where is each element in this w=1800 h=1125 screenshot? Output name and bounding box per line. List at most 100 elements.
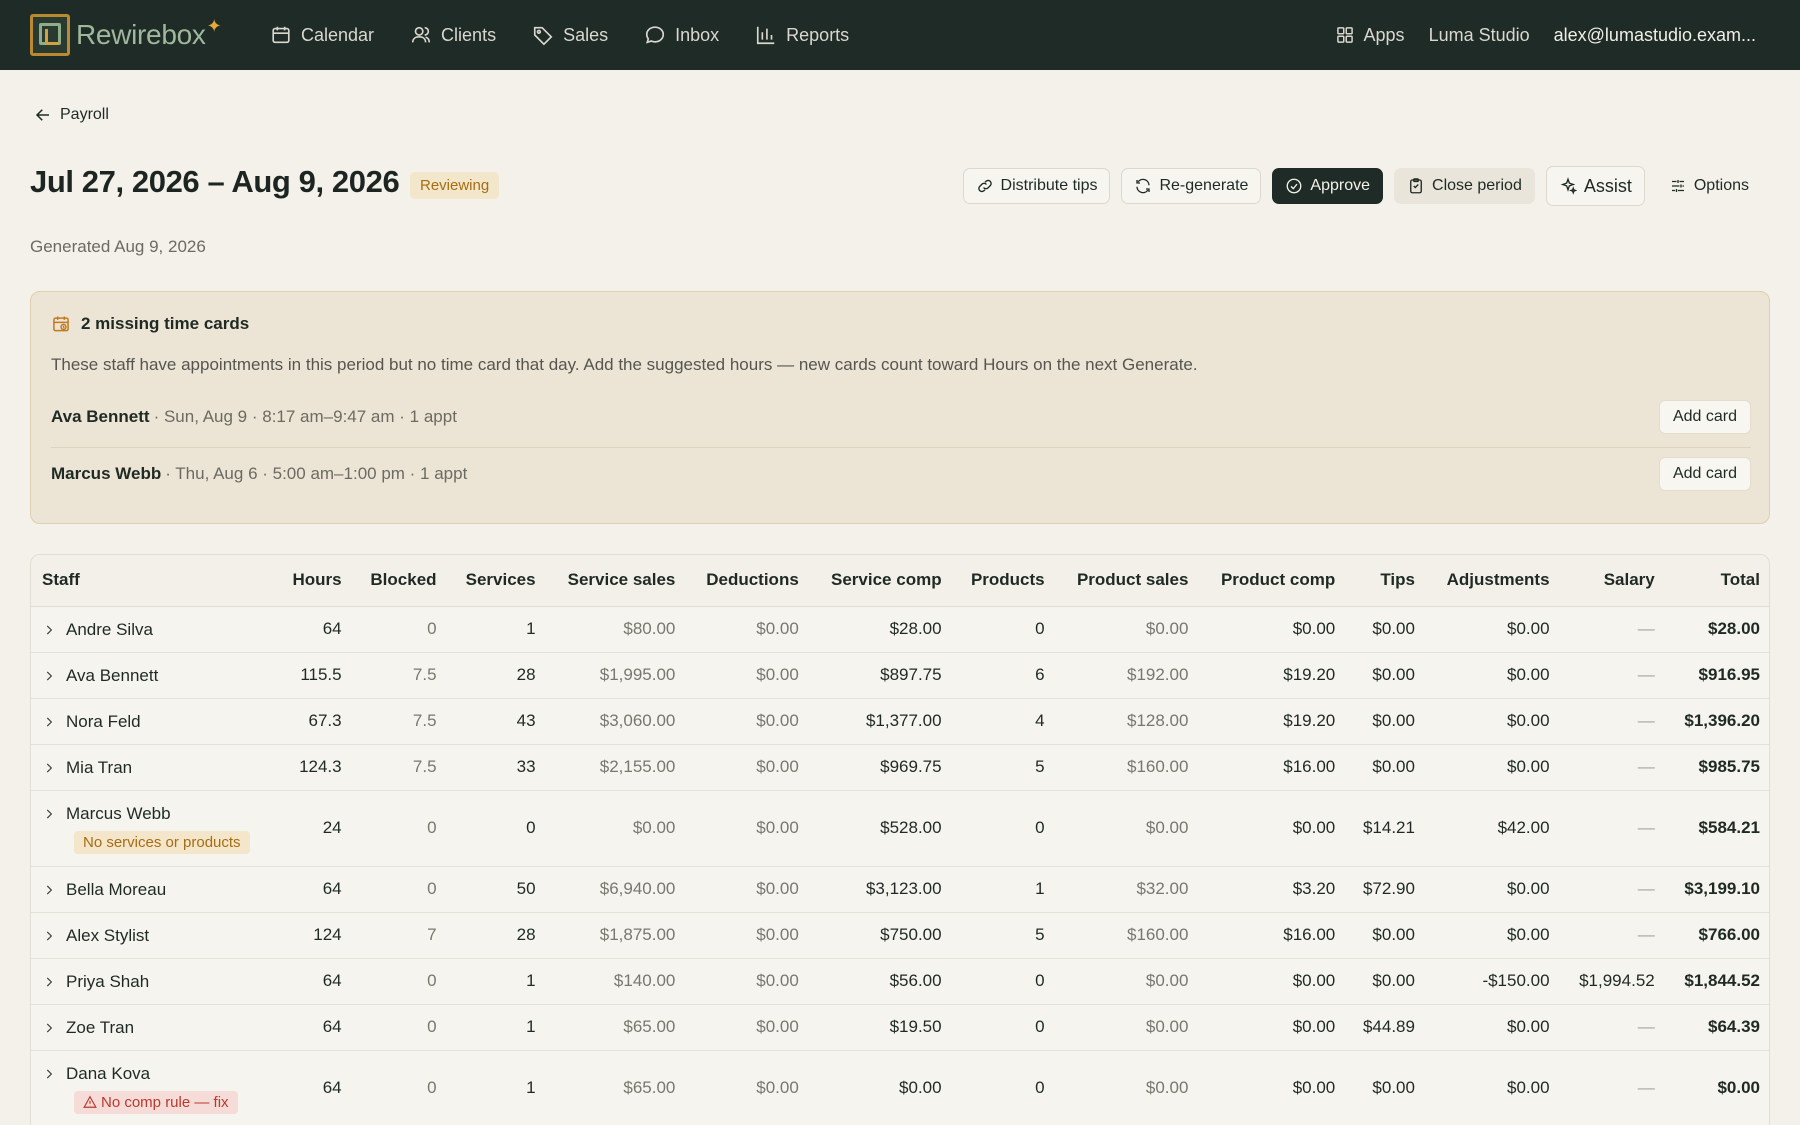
column-header[interactable]: Adjustments	[1425, 555, 1561, 607]
column-header[interactable]: Staff	[31, 555, 276, 607]
column-header[interactable]: Service comp	[809, 555, 953, 607]
staff-cell: Andre Silva	[31, 606, 276, 653]
cell-services: 0	[447, 790, 547, 867]
expand-row-toggle[interactable]: Ava Bennett	[42, 666, 158, 686]
warning-triangle-icon	[83, 1095, 97, 1108]
cell-total: $916.95	[1665, 652, 1769, 699]
arrow-left-icon	[35, 109, 49, 121]
cell-total: $28.00	[1665, 606, 1769, 653]
cell-blocked: 7.5	[352, 698, 448, 745]
button-label: Approve	[1310, 177, 1371, 194]
cell-salary: —	[1560, 866, 1666, 913]
expand-row-toggle[interactable]: Nora Feld	[42, 712, 141, 732]
nav-label: Clients	[441, 24, 497, 45]
table-row[interactable]: Marcus Webb No services or products 24 0 0 $0…	[31, 790, 1769, 867]
table-row[interactable]: Priya Shah 64 0 1 $140.00 $0.00 $56.00 0 $0.00 $0…	[31, 958, 1769, 1005]
page-title: Jul 27, 2026 – Aug 9, 2026	[30, 164, 400, 199]
add-card-button[interactable]: Add card	[1658, 456, 1751, 491]
staff-name: Priya Shah	[66, 972, 150, 991]
cell-blocked: 0	[352, 1050, 448, 1125]
brand[interactable]: Rewirebox ✦	[30, 14, 230, 56]
column-header[interactable]: Product comp	[1199, 555, 1347, 607]
expand-row-toggle[interactable]: Bella Moreau	[42, 880, 166, 900]
chevron-right-icon	[46, 1069, 53, 1079]
cell-services: 28	[447, 912, 547, 959]
cell-deductions: $0.00	[686, 912, 810, 959]
expand-row-toggle[interactable]: Andre Silva	[42, 620, 153, 640]
user-menu[interactable]: alex@lumastudio.exam...	[1554, 25, 1756, 46]
table-row[interactable]: Andre Silva 64 0 1 $80.00 $0.00 $28.00 0 $0.00 $0…	[31, 606, 1769, 653]
cell-total: $0.00	[1665, 1050, 1769, 1125]
apps-button[interactable]: Apps	[1335, 25, 1405, 46]
column-header[interactable]: Service sales	[546, 555, 687, 607]
column-header[interactable]: Tips	[1346, 555, 1426, 607]
cell-adjustments: $0.00	[1425, 652, 1561, 699]
table-row[interactable]: Dana Kova No comp rule — fix 64 0 1 $65.00 $0.…	[31, 1050, 1769, 1125]
nav-item-reports[interactable]: Reports	[755, 24, 849, 46]
distribute-tips-button[interactable]: Distribute tips	[962, 168, 1111, 204]
cell-products: 1	[952, 866, 1056, 913]
cell-product-sales: $0.00	[1055, 958, 1200, 1005]
table-row[interactable]: Nora Feld 67.3 7.5 43 $3,060.00 $0.00 $1,377.0…	[31, 698, 1769, 745]
cell-adjustments: $42.00	[1425, 790, 1561, 867]
column-header[interactable]: Hours	[276, 555, 353, 607]
cell-total: $64.39	[1665, 1004, 1769, 1051]
column-header[interactable]: Salary	[1560, 555, 1666, 607]
nav-label: Inbox	[675, 24, 720, 45]
close-period-button[interactable]: Close period	[1394, 168, 1535, 204]
cell-blocked: 0	[352, 866, 448, 913]
staff-cell: Bella Moreau	[31, 866, 276, 913]
nav-item-calendar[interactable]: Calendar	[270, 24, 374, 46]
staff-name: Alex Stylist	[66, 926, 150, 945]
generated-date: Generated Aug 9, 2026	[30, 237, 206, 256]
regenerate-button[interactable]: Re-generate	[1121, 168, 1262, 204]
cell-service-comp: $3,123.00	[809, 866, 953, 913]
expand-row-toggle[interactable]: Marcus Webb	[42, 804, 171, 824]
column-header[interactable]: Blocked	[352, 555, 448, 607]
table-row[interactable]: Mia Tran 124.3 7.5 33 $2,155.00 $0.00 $969.75 5…	[31, 744, 1769, 791]
expand-row-toggle[interactable]: Zoe Tran	[42, 1018, 134, 1038]
cell-deductions: $0.00	[686, 652, 810, 699]
back-link[interactable]: Payroll	[34, 106, 109, 124]
approve-button[interactable]: Approve	[1272, 168, 1384, 204]
table-row[interactable]: Bella Moreau 64 0 50 $6,940.00 $0.00 $3,123.00…	[31, 866, 1769, 913]
staff-cell: Priya Shah	[31, 958, 276, 1005]
chevron-right-icon	[46, 931, 53, 941]
table-row[interactable]: Ava Bennett 115.5 7.5 28 $1,995.00 $0.00 $897.…	[31, 652, 1769, 699]
cell-products: 5	[952, 912, 1056, 959]
cell-services: 1	[447, 1050, 547, 1125]
workspace-switcher[interactable]: Luma Studio	[1429, 25, 1530, 46]
cell-product-comp: $19.20	[1199, 698, 1347, 745]
cell-salary: —	[1560, 698, 1666, 745]
table-row[interactable]: Alex Stylist 124 7 28 $1,875.00 $0.00 $750.00 5…	[31, 912, 1769, 959]
column-header[interactable]: Deductions	[686, 555, 810, 607]
cell-services: 1	[447, 958, 547, 1005]
cell-deductions: $0.00	[686, 1004, 810, 1051]
cell-total: $3,199.10	[1665, 866, 1769, 913]
column-header[interactable]: Product sales	[1055, 555, 1200, 607]
expand-row-toggle[interactable]: Mia Tran	[42, 758, 132, 778]
column-header[interactable]: Services	[447, 555, 547, 607]
cell-services: 28	[447, 652, 547, 699]
cell-products: 0	[952, 606, 1056, 653]
column-header[interactable]: Total	[1665, 555, 1769, 607]
users-icon	[411, 26, 431, 43]
nav-item-clients[interactable]: Clients	[410, 24, 496, 46]
expand-row-toggle[interactable]: Priya Shah	[42, 972, 149, 992]
comp-rule-error-link[interactable]: No comp rule — fix	[74, 1091, 238, 1114]
missing-card-detail: · Thu, Aug 6 · 5:00 am–1:00 pm · 1 appt	[165, 463, 468, 483]
cell-blocked: 0	[352, 790, 448, 867]
table-row[interactable]: Zoe Tran 64 0 1 $65.00 $0.00 $19.50 0 $0.00 $0.00…	[31, 1004, 1769, 1051]
assist-button[interactable]: Assist	[1545, 166, 1645, 206]
nav-item-inbox[interactable]: Inbox	[644, 24, 719, 46]
nav-item-sales[interactable]: Sales	[532, 24, 608, 46]
tag-icon	[534, 26, 553, 46]
column-header[interactable]: Products	[952, 555, 1056, 607]
options-button[interactable]: Options	[1656, 168, 1762, 204]
cell-service-sales: $65.00	[546, 1050, 687, 1125]
expand-row-toggle[interactable]: Dana Kova	[42, 1064, 150, 1084]
cell-product-comp: $0.00	[1199, 1004, 1347, 1051]
expand-row-toggle[interactable]: Alex Stylist	[42, 926, 149, 946]
cell-deductions: $0.00	[686, 866, 810, 913]
add-card-button[interactable]: Add card	[1658, 400, 1751, 434]
